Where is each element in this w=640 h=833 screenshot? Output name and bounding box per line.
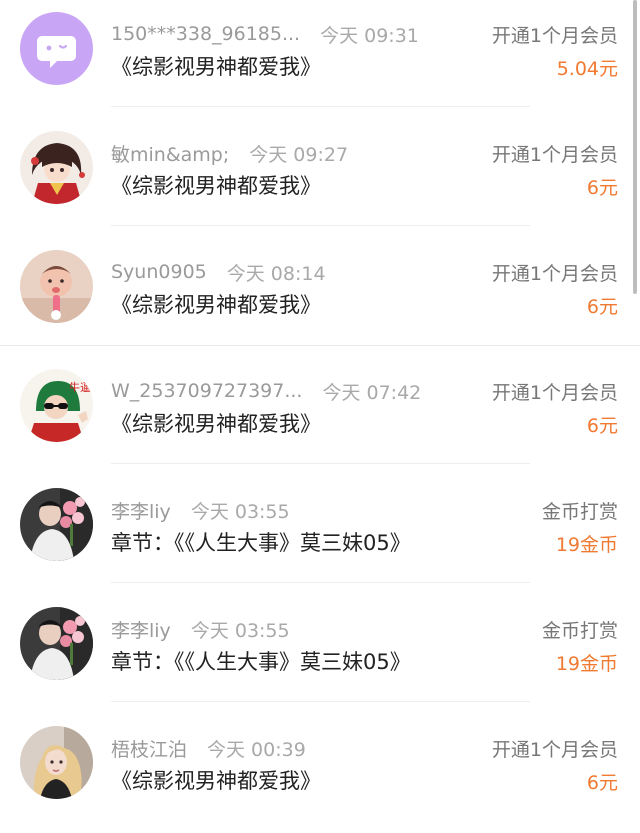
item-title[interactable]: 章节：《《人生大事》莫三妹05》 — [111, 526, 411, 558]
list-item[interactable]: 李李liy 今天 03:55 章节：《《人生大事》莫三妹05》 金币打赏 19金… — [0, 476, 640, 595]
action-label: 开通1个月会员 — [491, 24, 618, 47]
row-divider — [111, 582, 530, 583]
item-meta: W_253709727397... 今天 07:42 — [111, 377, 421, 405]
item-title[interactable]: 章节：《《人生大事》莫三妹05》 — [111, 645, 411, 677]
cartoon-sticker-avatar[interactable]: 牛逼 — [20, 369, 93, 442]
default-chat-face-avatar[interactable] — [20, 12, 93, 85]
action-label: 金币打赏 — [541, 500, 618, 523]
woman-photo-avatar[interactable] — [20, 726, 93, 799]
item-meta: 梧枝江泊 今天 00:39 — [111, 734, 306, 762]
list-item[interactable]: 牛逼 W_253709727397... 今天 07:42 《综影视男神都爱我》… — [0, 357, 640, 476]
amount-value: 6元 — [586, 771, 618, 794]
anime-girl-icon — [20, 131, 93, 204]
item-meta: 李李liy 今天 03:55 — [111, 496, 290, 524]
username[interactable]: 李李liy — [111, 497, 171, 524]
item-meta: 李李liy 今天 03:55 — [111, 615, 290, 643]
username[interactable]: W_253709727397... — [111, 380, 302, 402]
amount-value: 19金币 — [555, 533, 618, 556]
username[interactable]: 敏min&amp; — [111, 140, 229, 167]
item-meta: 敏min&amp; 今天 09:27 — [111, 139, 348, 167]
sticker-text: 牛逼 — [69, 380, 91, 394]
action-label: 开通1个月会员 — [491, 143, 618, 166]
man-with-flowers-icon — [20, 607, 93, 680]
item-title[interactable]: 《综影视男神都爱我》 — [111, 50, 321, 82]
item-title[interactable]: 《综影视男神都爱我》 — [111, 288, 321, 320]
cartoon-sticker-icon: 牛逼 — [20, 369, 93, 442]
scrollbar[interactable] — [633, 0, 637, 294]
list-item[interactable]: 150***338_96185... 今天 09:31 《综影视男神都爱我》 开… — [0, 0, 640, 119]
amount-value: 5.04元 — [556, 57, 618, 80]
section-divider — [0, 345, 640, 346]
username[interactable]: Syun0905 — [111, 261, 207, 283]
man-with-flowers-avatar[interactable] — [20, 488, 93, 561]
username[interactable]: 150***338_96185... — [111, 23, 300, 45]
row-divider — [111, 463, 530, 464]
item-title[interactable]: 《综影视男神都爱我》 — [111, 169, 321, 201]
list-item[interactable]: 李李liy 今天 03:55 章节：《《人生大事》莫三妹05》 金币打赏 19金… — [0, 595, 640, 714]
item-meta: Syun0905 今天 08:14 — [111, 258, 326, 286]
timestamp: 今天 03:55 — [190, 619, 290, 642]
row-divider — [111, 225, 530, 226]
transaction-list: 150***338_96185... 今天 09:31 《综影视男神都爱我》 开… — [0, 0, 640, 809]
item-title[interactable]: 《综影视男神都爱我》 — [111, 407, 321, 439]
amount-value: 6元 — [586, 414, 618, 437]
amount-value: 6元 — [586, 295, 618, 318]
list-item[interactable]: 梧枝江泊 今天 00:39 《综影视男神都爱我》 开通1个月会员 6元 — [0, 714, 640, 833]
row-divider — [111, 701, 530, 702]
list-item[interactable]: 敏min&amp; 今天 09:27 《综影视男神都爱我》 开通1个月会员 6元 — [0, 119, 640, 238]
man-with-flowers-icon — [20, 488, 93, 561]
timestamp: 今天 00:39 — [207, 738, 306, 761]
row-divider — [111, 106, 530, 107]
action-label: 开通1个月会员 — [491, 262, 618, 285]
item-meta: 150***338_96185... 今天 09:31 — [111, 20, 419, 48]
timestamp: 今天 03:55 — [190, 500, 290, 523]
action-label: 金币打赏 — [541, 619, 618, 642]
woman-photo-icon — [20, 726, 93, 799]
child-photo-icon — [20, 250, 93, 323]
timestamp: 今天 09:27 — [249, 143, 349, 166]
man-with-flowers-avatar[interactable] — [20, 607, 93, 680]
timestamp: 今天 07:42 — [322, 381, 422, 404]
timestamp: 今天 08:14 — [226, 262, 326, 285]
item-title[interactable]: 《综影视男神都爱我》 — [111, 764, 321, 796]
action-label: 开通1个月会员 — [491, 381, 618, 404]
list-item[interactable]: Syun0905 今天 08:14 《综影视男神都爱我》 开通1个月会员 6元 — [0, 238, 640, 357]
username[interactable]: 李李liy — [111, 616, 171, 643]
action-label: 开通1个月会员 — [491, 738, 618, 761]
username[interactable]: 梧枝江泊 — [111, 735, 187, 762]
child-photo-avatar[interactable] — [20, 250, 93, 323]
amount-value: 6元 — [586, 176, 618, 199]
timestamp: 今天 09:31 — [320, 24, 419, 47]
amount-value: 19金币 — [555, 652, 618, 675]
chat-face-icon — [20, 12, 93, 85]
anime-girl-avatar[interactable] — [20, 131, 93, 204]
